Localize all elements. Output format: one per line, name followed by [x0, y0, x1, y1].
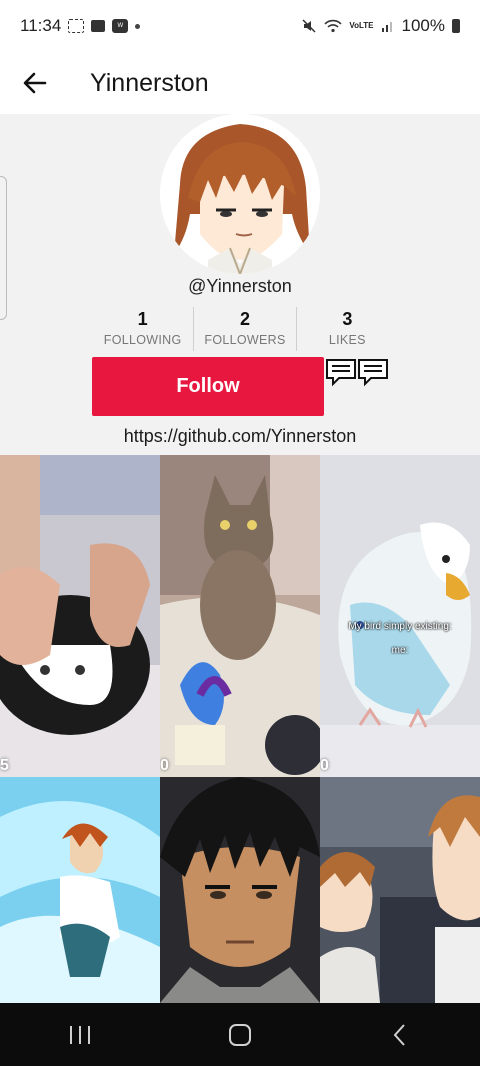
video-thumbnail[interactable]: 5	[0, 455, 160, 777]
stat-likes-value: 3	[342, 309, 353, 329]
video-view-count: 0	[320, 757, 329, 774]
recent-apps-icon	[70, 1025, 90, 1044]
profile-website-link[interactable]: https://github.com/Yinnerston	[0, 426, 480, 447]
video-thumbnail-image	[0, 455, 160, 777]
home-button[interactable]	[200, 1003, 280, 1066]
stat-followers-value: 2	[239, 309, 250, 329]
system-nav-bar	[0, 1003, 480, 1066]
stat-likes-label: LIKES	[328, 333, 366, 347]
stat-followers[interactable]: 2 FOLLOWERS	[193, 307, 295, 351]
profile-stats: 1 FOLLOWING 2 FOLLOWERS 3 LIKES	[92, 307, 398, 351]
battery-icon	[452, 19, 460, 33]
profile-handle: @Yinnerston	[188, 276, 292, 296]
volte-icon: VoLTE	[349, 21, 374, 30]
video-thumbnail[interactable]	[320, 777, 480, 1003]
stat-likes: 3 LIKES	[295, 307, 398, 351]
video-thumbnail[interactable]: 0	[160, 455, 320, 777]
video-grid: 5 0 My bird simply existing: me: 0	[0, 455, 480, 1003]
video-thumbnail[interactable]	[0, 777, 160, 1003]
video-view-count: 0	[160, 757, 169, 774]
chat-bubbles-icon	[326, 359, 388, 387]
follow-button[interactable]: Follow	[92, 357, 324, 416]
more-notifications-icon	[135, 23, 141, 29]
status-time: 11:34	[20, 16, 62, 35]
video-caption-line2: me:	[391, 645, 409, 656]
video-thumbnail-image	[160, 455, 320, 777]
arrow-left-icon	[23, 72, 47, 94]
profile-section: @Yinnerston 1 FOLLOWING 2 FOLLOWERS 3 LI…	[0, 114, 480, 455]
stat-followers-label: FOLLOWERS	[204, 333, 286, 347]
video-thumbnail[interactable]	[160, 777, 320, 1003]
status-left: 11:34 W	[20, 16, 141, 36]
avatar-image	[160, 114, 320, 274]
stat-following-value: 1	[137, 309, 148, 329]
system-back-button[interactable]	[360, 1003, 440, 1066]
video-thumbnail[interactable]: My bird simply existing: me: 0	[320, 455, 480, 777]
recent-apps-button[interactable]	[40, 1003, 120, 1066]
top-app-bar: Yinnerston	[0, 52, 480, 114]
back-button[interactable]	[0, 52, 70, 114]
video-thumbnail-image	[160, 777, 320, 1003]
message-button[interactable]	[325, 358, 389, 388]
battery-percent: 100%	[401, 16, 445, 35]
screenshot-icon	[68, 19, 85, 33]
video-caption: My bird simply existing:	[348, 621, 452, 632]
video-view-count: 5	[0, 757, 9, 774]
page-title: Yinnerston	[90, 68, 209, 97]
home-icon	[229, 1023, 251, 1046]
webtoon-icon: W	[112, 19, 129, 33]
mute-icon	[302, 19, 316, 33]
gallery-icon	[91, 20, 106, 32]
video-thumbnail-image	[320, 455, 480, 777]
signal-icon	[381, 22, 392, 32]
stat-following-label: FOLLOWING	[103, 333, 182, 347]
video-thumbnail-image	[320, 777, 480, 1003]
edge-panel-handle[interactable]	[0, 176, 7, 320]
stat-following[interactable]: 1 FOLLOWING	[92, 307, 193, 351]
status-bar: 11:34 W VoLTE 100%	[0, 0, 480, 52]
avatar[interactable]	[160, 114, 320, 274]
wifi-icon	[324, 19, 342, 33]
video-thumbnail-image	[0, 777, 160, 1003]
status-right: VoLTE 100%	[301, 16, 460, 36]
chevron-left-icon	[393, 1023, 405, 1046]
